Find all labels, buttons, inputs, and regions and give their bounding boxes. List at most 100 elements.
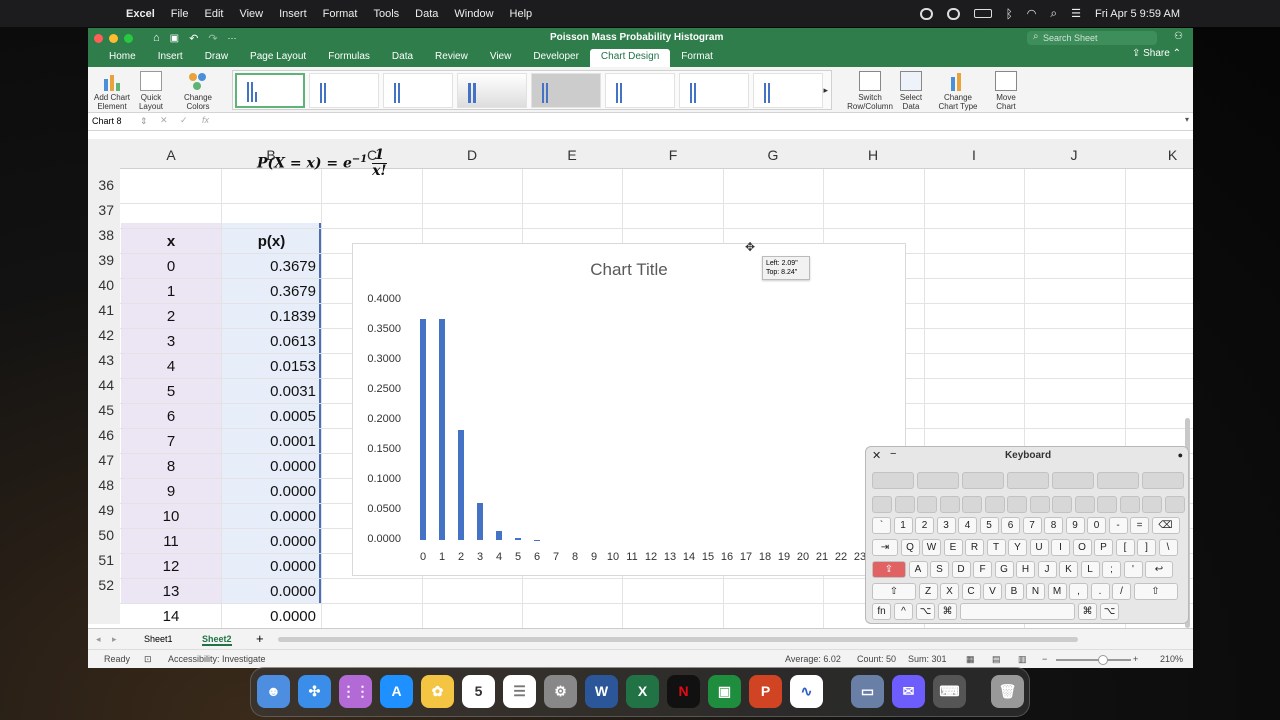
trash-icon[interactable]: 🗑 bbox=[991, 675, 1024, 708]
change-chart-type-button[interactable]: Change Chart Type bbox=[936, 71, 980, 111]
change-colors-button[interactable]: Change Colors bbox=[180, 71, 216, 111]
media-key[interactable] bbox=[1097, 472, 1139, 489]
key[interactable]: = bbox=[1130, 517, 1149, 534]
tab-draw[interactable]: Draw bbox=[194, 49, 239, 67]
chart-style-2[interactable] bbox=[309, 73, 379, 108]
tab-format[interactable]: Format bbox=[670, 49, 724, 67]
share-button[interactable]: ⇪ Share ⌃ bbox=[1132, 48, 1181, 59]
control-center-icon[interactable]: ☰ bbox=[1071, 7, 1081, 20]
x-value-cell[interactable]: 3 bbox=[121, 333, 221, 350]
x-value-cell[interactable]: 0 bbox=[121, 258, 221, 275]
space-key[interactable] bbox=[960, 603, 1075, 620]
row-header[interactable]: 45 bbox=[98, 402, 114, 418]
key[interactable]: ⇪ bbox=[872, 561, 906, 578]
x-value-cell[interactable]: 7 bbox=[121, 433, 221, 450]
modifier-key[interactable]: ⌥ bbox=[1100, 603, 1119, 620]
col-header-e[interactable]: E bbox=[522, 147, 622, 163]
clock[interactable]: Fri Apr 5 9:59 AM bbox=[1095, 8, 1180, 20]
media-key[interactable] bbox=[1052, 472, 1094, 489]
chart-style-5[interactable] bbox=[531, 73, 601, 108]
messenger-icon[interactable]: ✉ bbox=[892, 675, 925, 708]
bar-1[interactable] bbox=[439, 319, 445, 540]
key[interactable]: J bbox=[1037, 561, 1057, 578]
x-value-cell[interactable]: 11 bbox=[121, 533, 221, 550]
menu-view[interactable]: View bbox=[239, 8, 263, 20]
grapher-icon[interactable]: ∿ bbox=[790, 675, 823, 708]
grammarly-icon[interactable] bbox=[946, 7, 960, 20]
undo-icon[interactable]: ↶ bbox=[189, 32, 198, 45]
page-break-icon[interactable]: ▥ bbox=[1018, 654, 1027, 665]
tab-view[interactable]: View bbox=[479, 49, 523, 67]
key[interactable]: 0 bbox=[1087, 517, 1106, 534]
macro-record-icon[interactable]: ⊡ bbox=[144, 654, 152, 665]
key[interactable]: B bbox=[1004, 583, 1024, 600]
bar-5[interactable] bbox=[515, 538, 521, 540]
row-header[interactable]: 38 bbox=[98, 227, 114, 243]
key[interactable]: H bbox=[1016, 561, 1035, 578]
key[interactable]: 1 bbox=[893, 517, 913, 534]
row-header[interactable]: 43 bbox=[98, 352, 114, 368]
probability-cell[interactable]: 0.0000 bbox=[222, 558, 316, 575]
key[interactable]: ⇧ bbox=[1133, 583, 1178, 600]
probability-cell[interactable]: 0.0000 bbox=[222, 608, 316, 625]
key[interactable]: 8 bbox=[1044, 517, 1063, 534]
key[interactable]: ⇥ bbox=[872, 539, 898, 556]
key[interactable]: L bbox=[1080, 561, 1100, 578]
battery-icon[interactable] bbox=[973, 9, 992, 18]
classroom-icon[interactable]: ▣ bbox=[708, 675, 741, 708]
prev-sheet-icon[interactable]: ◂ bbox=[96, 634, 101, 645]
gallery-next-icon[interactable]: ▸ bbox=[823, 85, 828, 96]
function-key[interactable] bbox=[939, 496, 960, 513]
key[interactable]: Y bbox=[1008, 539, 1027, 556]
row-header[interactable]: 40 bbox=[98, 277, 114, 293]
row-header[interactable]: 44 bbox=[98, 377, 114, 393]
preview-icon[interactable]: ▭ bbox=[851, 675, 884, 708]
select-data-button[interactable]: Select Data bbox=[896, 71, 926, 111]
modifier-key[interactable]: ⌘ bbox=[1078, 603, 1097, 620]
minimize-window-button[interactable] bbox=[109, 33, 118, 43]
collapse-ribbon-icon[interactable]: ⌃ bbox=[1170, 48, 1181, 59]
menu-help[interactable]: Help bbox=[510, 8, 533, 20]
function-key[interactable] bbox=[1097, 496, 1117, 513]
zoom-level[interactable]: 210% bbox=[1160, 654, 1183, 664]
key[interactable]: O bbox=[1072, 539, 1092, 556]
next-sheet-icon[interactable]: ▸ bbox=[112, 634, 117, 645]
key[interactable]: V bbox=[983, 583, 1002, 600]
name-box[interactable]: Chart 8 bbox=[92, 116, 146, 126]
row-header[interactable]: 39 bbox=[98, 252, 114, 268]
menu-insert[interactable]: Insert bbox=[279, 8, 307, 20]
move-chart-button[interactable]: Move Chart bbox=[988, 71, 1024, 111]
x-value-cell[interactable]: 5 bbox=[121, 383, 221, 400]
tab-page-layout[interactable]: Page Layout bbox=[239, 49, 317, 67]
key[interactable]: 3 bbox=[936, 517, 956, 534]
status-average[interactable]: Average: 6.02 bbox=[785, 654, 841, 664]
media-key[interactable] bbox=[872, 472, 914, 489]
powerpoint-icon[interactable]: P bbox=[749, 675, 782, 708]
key[interactable]: ⌫ bbox=[1151, 517, 1180, 534]
search-icon[interactable]: ⌕ bbox=[1050, 6, 1057, 21]
select-all-corner[interactable] bbox=[88, 139, 120, 169]
key[interactable]: ] bbox=[1137, 539, 1156, 556]
key[interactable]: C bbox=[961, 583, 981, 600]
status-sum[interactable]: Sum: 301 bbox=[908, 654, 947, 664]
row-header[interactable]: 52 bbox=[98, 577, 114, 593]
zoom-window-button[interactable] bbox=[124, 33, 133, 43]
col-header-f[interactable]: F bbox=[623, 147, 723, 163]
key[interactable]: E bbox=[943, 539, 963, 556]
key[interactable]: Z bbox=[918, 583, 938, 600]
menu-app[interactable]: Excel bbox=[126, 8, 155, 20]
keyboard-viewer-app-icon[interactable]: ⌨ bbox=[933, 675, 966, 708]
col-header-j[interactable]: J bbox=[1024, 147, 1124, 163]
probability-cell[interactable]: 0.0000 bbox=[222, 483, 316, 500]
media-key[interactable] bbox=[1007, 472, 1049, 489]
tab-developer[interactable]: Developer bbox=[522, 49, 590, 67]
function-key[interactable] bbox=[984, 496, 1005, 513]
probability-cell[interactable]: 0.3679 bbox=[222, 283, 316, 300]
row-header[interactable]: 49 bbox=[98, 502, 114, 518]
x-value-cell[interactable]: 12 bbox=[121, 558, 221, 575]
enter-icon[interactable]: ✓ bbox=[180, 115, 188, 126]
probability-cell[interactable]: 0.0001 bbox=[222, 433, 316, 450]
key[interactable]: ; bbox=[1102, 561, 1121, 578]
add-sheet-button[interactable]: + bbox=[256, 631, 264, 646]
accessibility-status[interactable]: Accessibility: Investigate bbox=[168, 654, 266, 664]
